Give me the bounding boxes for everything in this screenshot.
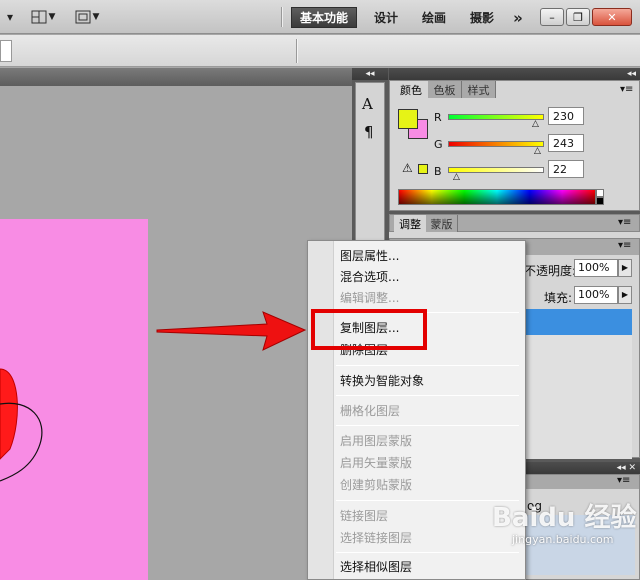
menu-separator bbox=[336, 395, 519, 396]
watermark-brand: Baidu 经验 bbox=[492, 503, 637, 533]
options-bar bbox=[0, 35, 640, 67]
minimize-icon: – bbox=[549, 10, 555, 24]
menu-gutter bbox=[308, 241, 334, 579]
document-canvas[interactable] bbox=[0, 219, 148, 580]
b-slider[interactable] bbox=[448, 167, 544, 173]
workspace-design-button[interactable]: 设计 bbox=[366, 7, 406, 28]
collapse-arrows-icon: ◂◂ ✕ bbox=[616, 463, 636, 473]
close-icon: ✕ bbox=[607, 10, 617, 24]
gamut-color-chip[interactable] bbox=[418, 164, 428, 174]
g-value-field[interactable]: 243 bbox=[548, 134, 584, 152]
options-divider bbox=[296, 39, 298, 63]
b-slider-handle[interactable]: △ bbox=[453, 172, 460, 182]
panel-menu-icon[interactable]: ▾≡ bbox=[620, 84, 633, 95]
menu-item-create-clipping-mask: 创建剪贴蒙版 bbox=[340, 478, 413, 492]
close-button[interactable]: ✕ bbox=[592, 8, 632, 26]
arrange-documents-button[interactable]: ▼ bbox=[26, 6, 60, 28]
fill-field[interactable]: 100% bbox=[574, 286, 618, 304]
lower-panel-tabbar: ▾≡ bbox=[521, 475, 639, 489]
annotation-arrow bbox=[156, 311, 307, 351]
menu-item-layer-properties[interactable]: 图层属性... bbox=[340, 247, 399, 265]
tab-adjustments[interactable]: 调整 bbox=[394, 215, 426, 232]
mini-tool-column: A ¶ bbox=[355, 82, 385, 242]
collapse-arrows-icon: ◂◂ bbox=[365, 69, 375, 79]
lower-dock-header[interactable]: ◂◂ ✕ bbox=[520, 462, 640, 474]
out-of-gamut-warning-icon[interactable]: ⚠ bbox=[402, 161, 413, 175]
menu-item-link-layers: 链接图层 bbox=[340, 509, 389, 523]
b-label: B bbox=[434, 165, 442, 178]
dropdown-arrow-icon[interactable]: ▾ bbox=[0, 6, 20, 28]
watermark-url: jingyan.baidu.com bbox=[512, 533, 614, 546]
menu-item-enable-layer-mask: 启用图层蒙版 bbox=[340, 434, 413, 448]
fill-dropdown-icon[interactable]: ▶ bbox=[618, 286, 632, 304]
restore-icon: ❐ bbox=[573, 10, 583, 24]
b-value-field[interactable]: 22 bbox=[548, 160, 584, 178]
document-tab-strip bbox=[0, 68, 352, 86]
menu-separator bbox=[336, 425, 519, 426]
panel-menu-icon[interactable]: ▾≡ bbox=[618, 240, 631, 251]
menu-item-select-linked-layers: 选择链接图层 bbox=[340, 531, 413, 545]
screen-mode-button[interactable]: ▼ bbox=[70, 6, 104, 28]
tool-dock-header[interactable]: ◂◂ bbox=[352, 68, 388, 80]
application-bar: ▾ ▼ ▼ 基本功能 设计 绘画 摄影 » – ❐ ✕ bbox=[0, 0, 640, 34]
panel-dock-header[interactable]: ◂◂ bbox=[389, 68, 640, 80]
foreground-color-swatch[interactable] bbox=[398, 109, 418, 129]
arrow-icon bbox=[156, 311, 307, 351]
r-slider-handle[interactable]: △ bbox=[532, 119, 539, 129]
workspace-essentials-button[interactable]: 基本功能 bbox=[291, 7, 357, 28]
g-slider-handle[interactable]: △ bbox=[534, 146, 541, 156]
workspace-painting-button[interactable]: 绘画 bbox=[414, 7, 454, 28]
paragraph-panel-icon[interactable]: ¶ bbox=[364, 123, 374, 141]
layers-list[interactable] bbox=[520, 335, 632, 459]
white-swatch[interactable] bbox=[596, 189, 604, 197]
color-panel: 颜色 色板 样式 ▾≡ R △ 230 G △ 243 ⚠ B △ 22 bbox=[389, 80, 640, 211]
canvas-drawing bbox=[0, 368, 43, 482]
workspace-photography-button[interactable]: 摄影 bbox=[462, 7, 502, 28]
more-workspaces-button[interactable]: » bbox=[506, 7, 530, 28]
menu-separator bbox=[336, 365, 519, 366]
panel-menu-icon[interactable]: ▾≡ bbox=[617, 475, 630, 486]
tab-masks[interactable]: 蒙版 bbox=[426, 215, 458, 232]
selected-layer-row[interactable] bbox=[520, 309, 632, 335]
tab-color[interactable]: 颜色 bbox=[394, 81, 428, 98]
adjustments-panel-header: 调整 蒙版 ▾≡ bbox=[389, 214, 640, 232]
options-input[interactable] bbox=[0, 40, 12, 62]
menu-item-rasterize-layer: 栅格化图层 bbox=[340, 404, 401, 418]
tab-styles[interactable]: 样式 bbox=[462, 81, 496, 98]
g-slider[interactable] bbox=[448, 141, 544, 147]
restore-button[interactable]: ❐ bbox=[566, 8, 590, 26]
r-slider[interactable] bbox=[448, 114, 544, 120]
g-label: G bbox=[434, 138, 443, 151]
collapse-arrows-icon: ◂◂ bbox=[626, 69, 636, 79]
baidu-jingyan-watermark: Baidu 经验 jingyan.baidu.com bbox=[492, 495, 640, 580]
menu-item-edit-adjustment: 编辑调整... bbox=[340, 291, 400, 305]
fill-label: 填充: bbox=[544, 291, 573, 305]
r-label: R bbox=[434, 111, 442, 124]
red-shape bbox=[0, 368, 18, 460]
color-spectrum-bar[interactable] bbox=[398, 189, 596, 205]
screen-mode-icon bbox=[75, 10, 91, 24]
panel-menu-icon[interactable]: ▾≡ bbox=[618, 217, 631, 228]
toolbar-divider bbox=[281, 7, 283, 27]
opacity-dropdown-icon[interactable]: ▶ bbox=[618, 259, 632, 277]
annotation-highlight-box bbox=[311, 309, 427, 350]
r-value-field[interactable]: 230 bbox=[548, 107, 584, 125]
menu-item-select-similar-layers[interactable]: 选择相似图层 bbox=[340, 558, 412, 576]
menu-item-enable-vector-mask: 启用矢量蒙版 bbox=[340, 456, 413, 470]
arrange-layout-icon bbox=[31, 10, 47, 24]
menu-item-blending-options[interactable]: 混合选项... bbox=[340, 268, 399, 286]
opacity-label: 不透明度: bbox=[524, 264, 577, 278]
tab-swatches[interactable]: 色板 bbox=[428, 81, 462, 98]
minimize-button[interactable]: – bbox=[540, 8, 564, 26]
opacity-field[interactable]: 100% bbox=[574, 259, 618, 277]
character-panel-icon[interactable]: A bbox=[362, 95, 373, 113]
menu-item-convert-smart-object[interactable]: 转换为智能对象 bbox=[340, 372, 424, 390]
black-swatch[interactable] bbox=[596, 197, 604, 205]
